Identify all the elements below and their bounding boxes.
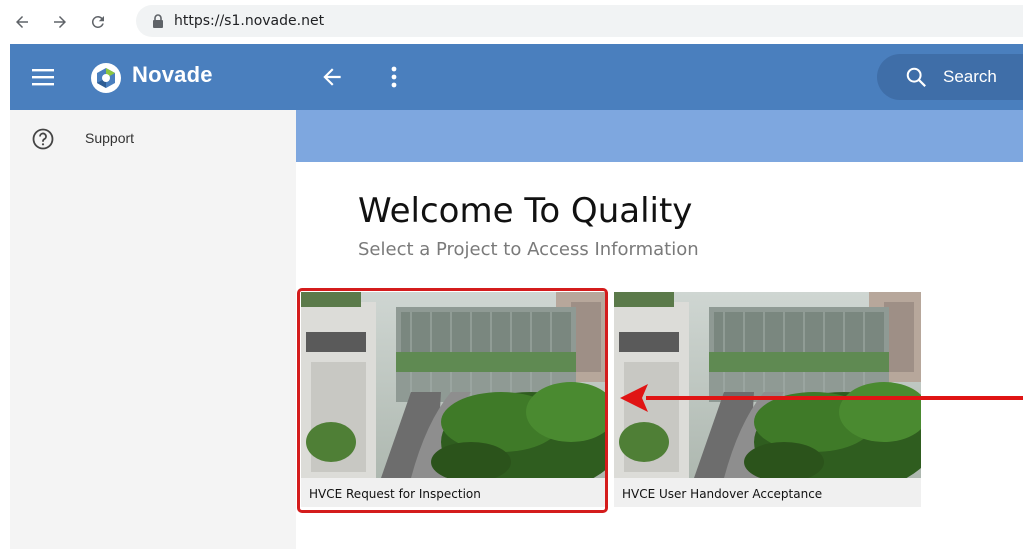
page-subtitle: Select a Project to Access Information	[358, 239, 699, 260]
project-card-label: HVCE User Handover Acceptance	[622, 487, 823, 501]
address-bar[interactable]: https://s1.novade.net	[136, 5, 1023, 37]
project-card-label: HVCE Request for Inspection	[309, 487, 481, 501]
novade-logo-icon[interactable]	[90, 62, 122, 94]
search-button[interactable]: Search	[877, 54, 1023, 100]
page-title: Welcome To Quality	[358, 191, 693, 231]
sidebar: Support	[10, 110, 296, 549]
more-vert-icon[interactable]	[386, 64, 402, 90]
search-label: Search	[943, 67, 997, 86]
browser-toolbar: https://s1.novade.net	[0, 0, 1023, 44]
browser-forward-icon[interactable]	[48, 10, 72, 34]
sidebar-item-support[interactable]: Support	[10, 110, 296, 168]
brand-name[interactable]: Novade	[132, 62, 213, 88]
help-circle-icon	[32, 128, 54, 150]
url-text: https://s1.novade.net	[174, 13, 325, 29]
annotation-arrow-icon	[620, 384, 1023, 412]
project-photo	[301, 292, 608, 478]
project-card-request-for-inspection[interactable]: HVCE Request for Inspection	[301, 292, 608, 507]
search-icon	[906, 67, 926, 87]
header-banner	[296, 110, 1023, 162]
lock-icon	[153, 14, 163, 28]
browser-back-icon[interactable]	[10, 10, 34, 34]
browser-reload-icon[interactable]	[86, 10, 110, 34]
menu-icon[interactable]	[32, 66, 54, 88]
app-header: Novade Search	[10, 44, 1023, 110]
sidebar-item-label: Support	[85, 130, 135, 146]
back-arrow-icon[interactable]	[319, 64, 345, 90]
